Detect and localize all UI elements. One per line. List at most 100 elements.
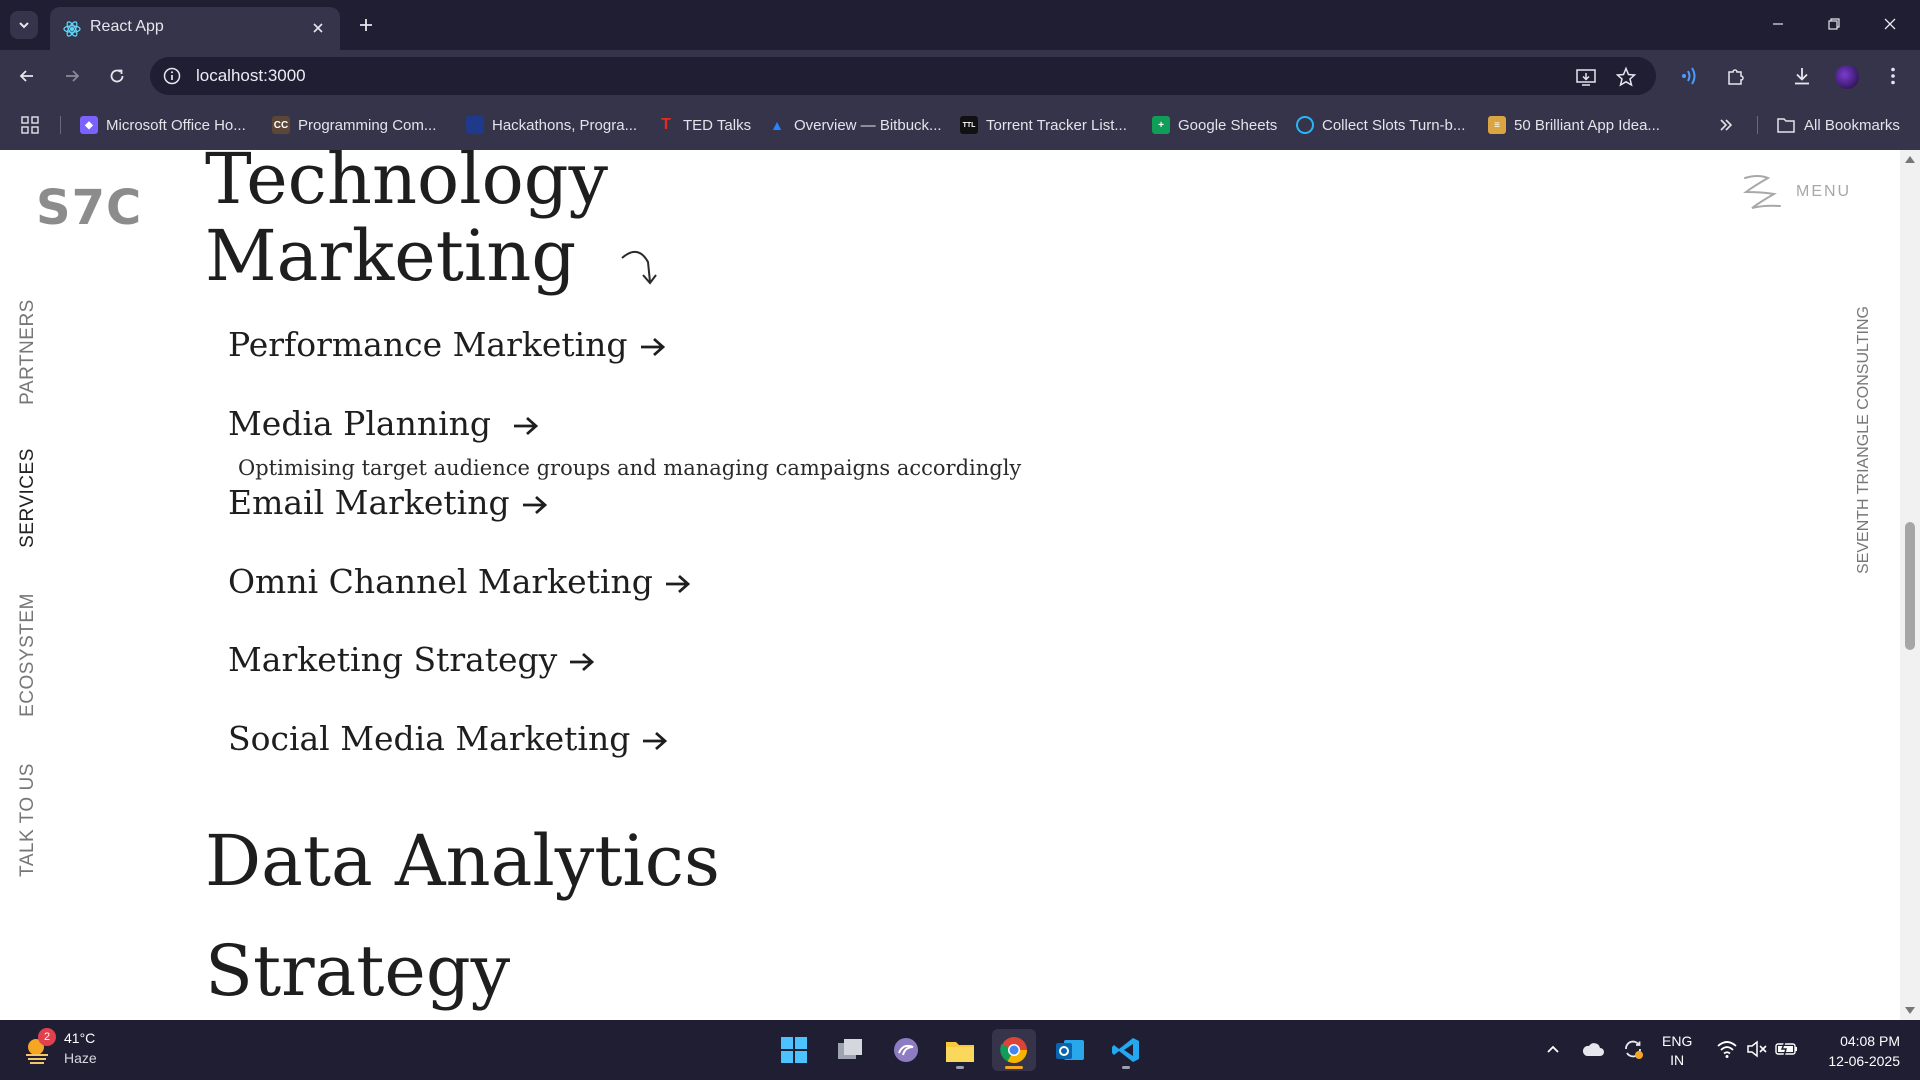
arrow-right-icon	[511, 412, 541, 436]
double-chevron-right-icon	[1720, 119, 1733, 131]
profile-avatar[interactable]	[1835, 65, 1859, 89]
page-scrollbar[interactable]	[1900, 150, 1920, 1020]
back-button[interactable]	[12, 61, 42, 91]
folder-icon	[1777, 118, 1795, 133]
weather-temperature: 41°C	[64, 1030, 96, 1046]
scroll-down-icon[interactable]	[1905, 1007, 1915, 1014]
apps-button[interactable]	[20, 114, 40, 136]
install-icon	[1576, 69, 1596, 86]
menu-label: MENU	[1796, 183, 1852, 200]
system-clock[interactable]: 04:08 PM 12-06-2025	[1810, 1031, 1900, 1071]
bookmark-item[interactable]: + Google Sheets	[1152, 114, 1277, 136]
bookmark-item[interactable]: T TED Talks	[657, 114, 751, 136]
bookmark-star-button[interactable]	[1614, 65, 1638, 89]
clock-date: 12-06-2025	[1828, 1053, 1900, 1069]
weather-alert-badge: 2	[38, 1028, 56, 1046]
taskbar-app-browser-alt[interactable]	[884, 1029, 928, 1071]
extension-audio-button[interactable]	[1676, 63, 1702, 89]
marketing-item-media-planning[interactable]: Media Planning	[228, 404, 541, 443]
arrow-right-icon	[520, 491, 550, 515]
show-hidden-icons-button[interactable]	[1540, 1036, 1566, 1062]
bookmark-item[interactable]: TTL Torrent Tracker List...	[960, 114, 1127, 136]
marketing-item-email[interactable]: Email Marketing	[228, 483, 550, 522]
downloads-button[interactable]	[1789, 63, 1815, 89]
restore-button[interactable]	[1806, 0, 1862, 48]
taskbar-app-outlook[interactable]	[1048, 1029, 1092, 1071]
close-window-button[interactable]	[1862, 0, 1918, 48]
service-heading-technology[interactable]: Technology	[205, 150, 608, 220]
tab-close-button[interactable]	[306, 16, 330, 40]
volume-tray-button[interactable]	[1744, 1036, 1770, 1062]
forward-button[interactable]	[57, 61, 87, 91]
brand-vertical-label: SEVENTH TRIANGLE CONSULTING	[1855, 306, 1872, 574]
arrow-right-icon	[567, 648, 597, 672]
tab-title: React App	[90, 18, 164, 35]
puzzle-icon	[1728, 69, 1744, 85]
service-heading-strategy[interactable]: Strategy	[205, 930, 510, 1012]
sidenav-talk-to-us[interactable]: TALK TO US	[17, 763, 39, 877]
article-icon: ≡	[1488, 116, 1506, 134]
marketing-item-social-media[interactable]: Social Media Marketing	[228, 719, 670, 758]
url-text[interactable]: localhost:3000	[196, 66, 306, 86]
browser-menu-button[interactable]	[1880, 63, 1906, 89]
site-info-icon[interactable]	[162, 66, 182, 86]
new-tab-button[interactable]	[352, 11, 380, 39]
all-bookmarks-button[interactable]: All Bookmarks	[1776, 114, 1900, 136]
download-icon	[1795, 68, 1809, 85]
bookmark-item[interactable]: Hackathons, Progra...	[466, 114, 637, 136]
marketing-item-performance[interactable]: Performance Marketing	[228, 325, 668, 364]
extensions-button[interactable]	[1723, 63, 1749, 89]
bookmarks-divider	[60, 116, 61, 134]
marketing-item-strategy[interactable]: Marketing Strategy	[228, 640, 597, 679]
minimize-icon	[1773, 23, 1783, 25]
bookmark-item[interactable]: ≡ 50 Brilliant App Idea...	[1488, 114, 1660, 136]
wifi-icon	[1717, 1041, 1737, 1058]
start-button[interactable]	[772, 1029, 816, 1071]
bookmark-item[interactable]: ◆ Microsoft Office Ho...	[80, 114, 246, 136]
input-language-indicator[interactable]: ENG IN	[1662, 1032, 1692, 1070]
curved-arrow-down-icon	[621, 251, 658, 285]
outlook-icon	[1056, 1040, 1084, 1060]
minimize-button[interactable]	[1750, 0, 1806, 48]
tab-search-button[interactable]	[10, 11, 38, 39]
taskbar-app-chrome[interactable]	[992, 1029, 1036, 1071]
marketing-item-omni-channel[interactable]: Omni Channel Marketing	[228, 562, 693, 601]
bookmark-item[interactable]: CC Programming Com...	[272, 114, 436, 136]
bookmarks-bar: ◆ Microsoft Office Ho... CC Programming Co…	[0, 100, 1920, 150]
service-heading-marketing[interactable]: Marketing	[205, 215, 662, 297]
service-heading-data-analytics[interactable]: Data Analytics	[205, 820, 720, 902]
clock-time: 04:08 PM	[1840, 1033, 1900, 1049]
scrollbar-thumb[interactable]	[1905, 522, 1915, 650]
more-bookmarks-button[interactable]	[1718, 114, 1734, 136]
taskbar-app-file-explorer[interactable]	[938, 1029, 982, 1071]
sidenav-ecosystem[interactable]: ECOSYSTEM	[17, 593, 39, 717]
swirl-browser-icon	[894, 1038, 918, 1062]
battery-tray-button[interactable]	[1774, 1036, 1800, 1062]
arrow-right-icon	[66, 70, 80, 82]
scroll-up-icon[interactable]	[1905, 156, 1915, 163]
onedrive-tray-button[interactable]	[1580, 1036, 1606, 1062]
wifi-tray-button[interactable]	[1714, 1036, 1740, 1062]
close-icon	[313, 23, 323, 33]
install-app-button[interactable]	[1574, 65, 1598, 89]
task-view-button[interactable]	[828, 1029, 872, 1071]
sidenav-partners[interactable]: PARTNERS	[17, 299, 39, 405]
site-logo[interactable]: S7C	[36, 180, 142, 236]
bookmark-item[interactable]: Collect Slots Turn-b...	[1296, 114, 1465, 136]
bookmarks-divider	[1757, 116, 1758, 134]
reload-button[interactable]	[102, 61, 132, 91]
react-logo-icon	[63, 21, 81, 37]
task-view-icon	[838, 1039, 862, 1059]
sync-tray-button[interactable]	[1620, 1036, 1646, 1062]
sync-alert-icon	[1625, 1040, 1643, 1059]
volume-muted-icon	[1747, 1040, 1767, 1058]
sidenav-services[interactable]: SERVICES	[17, 448, 39, 548]
address-bar[interactable]: localhost:3000	[150, 57, 1656, 95]
codechef-icon: CC	[272, 116, 290, 134]
taskbar-app-vscode[interactable]	[1104, 1029, 1148, 1071]
browser-tab-active[interactable]: React App	[50, 7, 340, 50]
active-indicator	[1005, 1066, 1023, 1069]
bookmark-item[interactable]: ▲ Overview — Bitbuck...	[768, 114, 941, 136]
running-indicator	[1122, 1066, 1130, 1069]
menu-button[interactable]: MENU	[1740, 172, 1851, 212]
